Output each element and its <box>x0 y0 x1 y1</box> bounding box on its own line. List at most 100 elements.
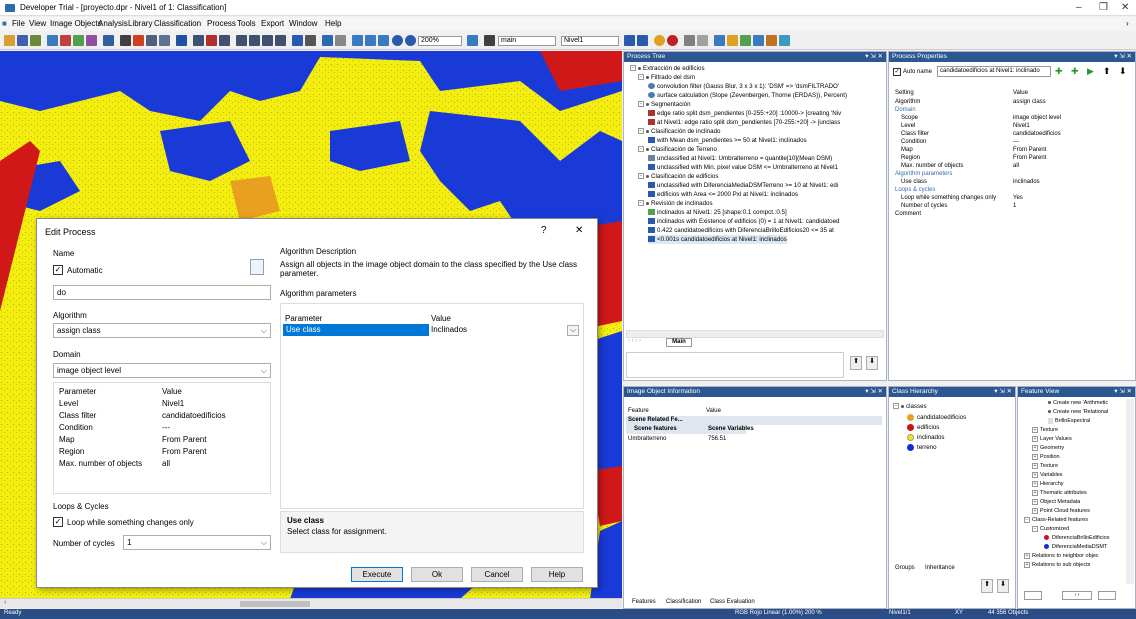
collapse-icon[interactable]: − <box>1024 516 1030 523</box>
grid-icon[interactable] <box>120 35 131 46</box>
feature-item[interactable]: + Thematic attributes <box>1032 489 1087 498</box>
prop-value[interactable]: From Parent <box>1013 146 1046 154</box>
image-layer-select[interactable]: main <box>498 36 556 46</box>
execute-icon[interactable] <box>654 35 665 46</box>
zoom-window-icon[interactable] <box>467 35 478 46</box>
tree-item[interactable]: convolution filter (Gauss Blur, 3 x 3 x … <box>648 82 839 91</box>
prop-value[interactable]: candidatoedificios <box>1013 130 1061 138</box>
tree-item[interactable]: surface calculation (Slope (Zevenbergen,… <box>648 91 847 100</box>
algorithm-select[interactable]: assign class ⌵ <box>53 323 271 338</box>
expand-icon[interactable]: + <box>1032 507 1038 514</box>
run-icon[interactable]: ▶ <box>1087 66 1099 77</box>
domain-param-value[interactable]: From Parent <box>162 435 206 444</box>
prop-value[interactable]: From Parent <box>1013 154 1046 162</box>
expand-icon[interactable]: + <box>1032 435 1038 442</box>
feature-filter-box[interactable] <box>1024 591 1042 600</box>
tree-item[interactable]: unclassified with Min. pixel value DSM <… <box>648 163 838 172</box>
prop-value[interactable]: inclinados <box>1013 178 1040 186</box>
window-layout3-icon[interactable] <box>262 35 273 46</box>
select-tool-icon[interactable] <box>292 35 303 46</box>
classify-icon[interactable] <box>766 35 777 46</box>
domain-param-value[interactable]: From Parent <box>162 447 206 456</box>
maximize-button[interactable]: ❐ <box>1099 2 1108 13</box>
feature-name[interactable]: Umbralterreno <box>628 435 666 443</box>
tree-item-selected[interactable]: <0.001s candidatoedificios at Nivel1: in… <box>648 235 787 244</box>
workspace-icon[interactable] <box>30 35 41 46</box>
collapse-icon[interactable]: − <box>630 65 636 72</box>
tab-inheritance[interactable]: Inheritance <box>925 565 955 571</box>
collapse-icon[interactable]: − <box>638 146 644 153</box>
name-input[interactable]: do <box>53 285 271 300</box>
menu-image-objects[interactable]: Image Objects <box>50 19 102 28</box>
close-view-icon[interactable] <box>484 35 495 46</box>
prop-value[interactable]: assign class <box>1013 98 1046 106</box>
panel3-icon[interactable] <box>219 35 230 46</box>
zoom-area-icon[interactable] <box>365 35 376 46</box>
feature-item[interactable]: − Customized <box>1032 525 1069 534</box>
edit-icon[interactable] <box>86 35 97 46</box>
level-down-icon[interactable] <box>624 35 635 46</box>
tree-item[interactable]: inclinados at Nivel1: 25 [shape:0.1 comp… <box>648 208 787 217</box>
map-horizontal-scrollbar[interactable]: ‹ <box>0 598 622 608</box>
collapse-icon[interactable]: − <box>638 200 644 207</box>
layout-icon[interactable] <box>146 35 157 46</box>
prop-value[interactable]: image object level <box>1013 114 1061 122</box>
window-layout-icon[interactable] <box>236 35 247 46</box>
prop-value[interactable]: Nivel1 <box>1013 122 1030 130</box>
window-layout2-icon[interactable] <box>249 35 260 46</box>
zoom-select[interactable]: 200% <box>418 36 462 46</box>
outline-icon[interactable] <box>133 35 144 46</box>
feature-item[interactable]: + Relations to neighbor objec <box>1024 552 1099 561</box>
arrow-down-icon[interactable]: ⬇ <box>1119 66 1131 77</box>
tree-item[interactable]: − Clasificación de Terreno <box>638 145 717 154</box>
level-up-icon[interactable] <box>637 35 648 46</box>
dialog-close-button[interactable]: ✕ <box>575 225 583 236</box>
loop-while-checkbox[interactable]: ✓ <box>53 517 63 527</box>
class-item[interactable]: inclinados <box>907 433 945 442</box>
prop-value[interactable]: --- <box>1013 138 1019 146</box>
expand-icon[interactable]: + <box>1024 552 1030 559</box>
add-child-icon[interactable]: ✚ <box>1071 66 1083 77</box>
feature-item[interactable]: + Hierarchy <box>1032 480 1064 489</box>
help-button[interactable]: Help <box>531 567 583 582</box>
tree-item[interactable]: inclinados with Existence of edificios (… <box>648 217 839 226</box>
menu-analysis[interactable]: Analysis <box>98 19 128 28</box>
domain-param-value[interactable]: all <box>162 459 170 468</box>
expand-icon[interactable]: + <box>1032 426 1038 433</box>
app-menu-icon[interactable]: ■ <box>2 19 7 28</box>
tree-item[interactable]: 0.422 candidatoedificios with Diferencia… <box>648 226 834 235</box>
feature-filter-box2[interactable] <box>1098 591 1116 600</box>
collapse-icon[interactable]: − <box>638 173 644 180</box>
arrow-down-icon[interactable]: ⬇ <box>866 356 878 370</box>
tree-item[interactable]: − Filtrado del dsm <box>638 73 695 82</box>
rule-icon[interactable] <box>714 35 725 46</box>
cursor-icon[interactable] <box>335 35 346 46</box>
panel-pin-close-icon[interactable]: ▾ ⇲ ✕ <box>865 52 883 62</box>
feature-item[interactable]: + Relations to sub objects <box>1024 561 1090 570</box>
cycles-select[interactable]: 1 ⌵ <box>123 535 271 550</box>
zoom-out-icon[interactable] <box>392 35 403 46</box>
collapse-icon[interactable]: − <box>893 403 899 410</box>
classes-root[interactable]: − classes <box>893 402 927 411</box>
feature-item[interactable]: BrilloEspectral <box>1048 417 1090 426</box>
auto-name-checkbox[interactable]: ✓ <box>893 68 901 76</box>
menu-view[interactable]: View <box>29 19 46 28</box>
expand-icon[interactable]: + <box>1032 453 1038 460</box>
feature-item[interactable]: DiferenciaBrilloEdificios <box>1044 534 1109 543</box>
sample-icon[interactable] <box>727 35 738 46</box>
mix-icon[interactable] <box>73 35 84 46</box>
layout2-icon[interactable] <box>159 35 170 46</box>
arrow-up-icon[interactable]: ⬆ <box>850 356 862 370</box>
arrow-up-icon[interactable]: ⬆ <box>1103 66 1115 77</box>
feature-item[interactable]: + Layer Values <box>1032 435 1072 444</box>
scroll-thumb[interactable] <box>240 601 310 607</box>
chevron-down-icon[interactable]: ⌵ <box>567 325 579 336</box>
expand-icon[interactable]: + <box>1024 561 1030 568</box>
undo-icon[interactable] <box>684 35 695 46</box>
domain-param-value[interactable]: --- <box>162 423 170 432</box>
panel-pin-close-icon[interactable]: ▾ ⇲ ✕ <box>994 387 1012 397</box>
expand-icon[interactable]: + <box>1032 471 1038 478</box>
class-item[interactable]: edificios <box>907 423 939 432</box>
feature-item[interactable]: − Class-Related features <box>1024 516 1088 525</box>
tree-item[interactable]: − Clasificación de inclinado <box>638 127 720 136</box>
